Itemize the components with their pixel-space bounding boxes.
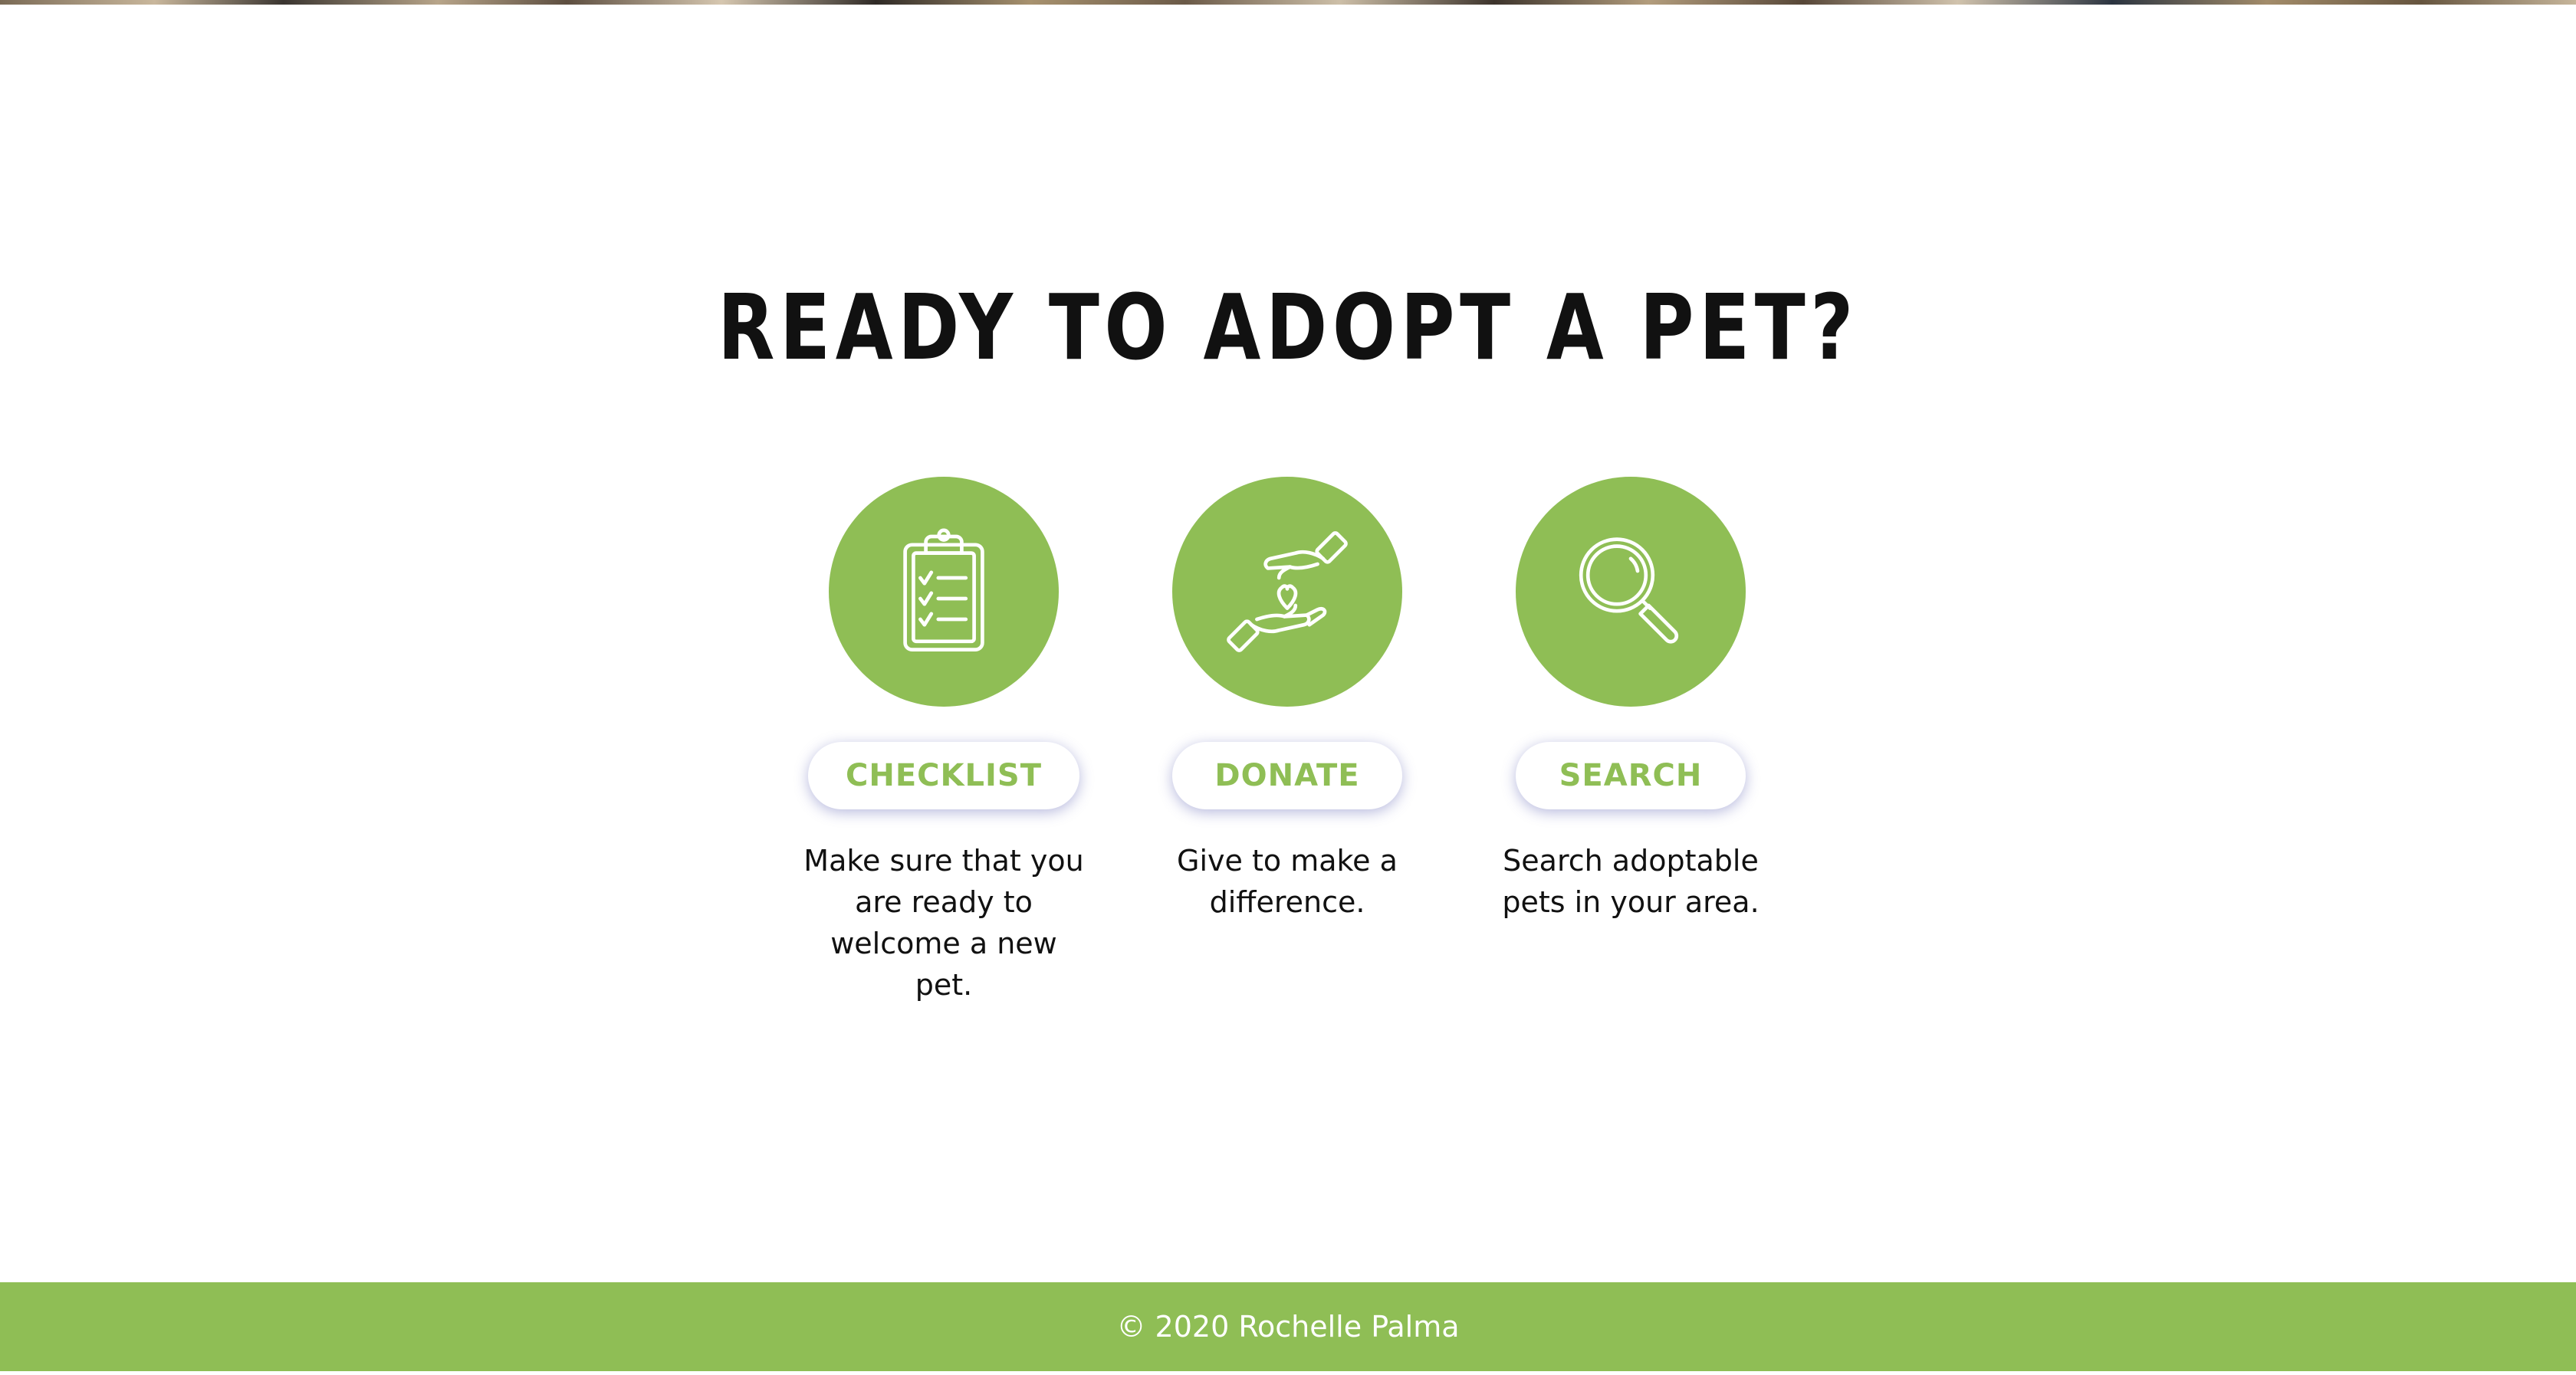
checklist-button[interactable]: CHECKLIST xyxy=(808,742,1079,809)
magnifying-glass-icon xyxy=(1579,537,1679,644)
copyright-text: © 2020 Rochelle Palma xyxy=(1116,1310,1460,1344)
search-button[interactable]: SEARCH xyxy=(1516,742,1746,809)
search-description: Search adoptable pets in your area. xyxy=(1502,844,1760,919)
donate-icon-circle xyxy=(1172,477,1402,707)
section-title: READY TO ADOPT A PET? xyxy=(717,274,1859,380)
checklist-description: Make sure that you are ready to welcome … xyxy=(803,844,1084,1002)
donate-description: Give to make a difference. xyxy=(1177,844,1398,919)
checklist-icon-circle xyxy=(829,477,1059,707)
site-footer: © 2020 Rochelle Palma xyxy=(0,1282,2576,1371)
hands-heart-icon xyxy=(1227,531,1348,652)
search-icon-circle xyxy=(1516,477,1746,707)
clipboard-checklist-icon xyxy=(903,528,984,651)
donate-button[interactable]: DONATE xyxy=(1172,742,1402,809)
hero-image-strip xyxy=(0,0,2576,5)
